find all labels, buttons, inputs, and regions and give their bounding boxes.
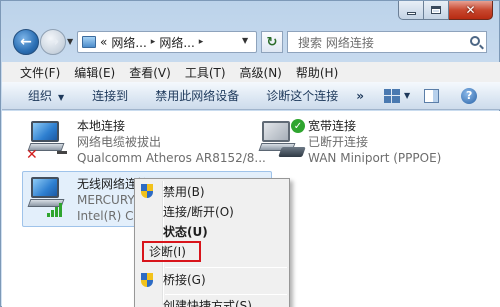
- menu-edit[interactable]: 编辑(E): [74, 64, 115, 81]
- connection-status: 网络电缆被拔出: [77, 135, 162, 149]
- search-input[interactable]: 搜索 网络连接: [287, 31, 487, 53]
- menu-bar: 文件(F) 编辑(E) 查看(V) 工具(T) 高级(N) 帮助(H): [2, 62, 500, 82]
- signal-strength-icon: [47, 203, 63, 217]
- menu-file[interactable]: 文件(F): [20, 64, 60, 81]
- menu-item-diagnose[interactable]: 诊断(I): [149, 243, 186, 261]
- chevron-right-icon[interactable]: ▸: [199, 37, 204, 47]
- command-bar: 组织 ▼ 连接到 禁用此网络设备 诊断这个连接 » ▼ ?: [2, 82, 500, 110]
- more-commands-button[interactable]: »: [356, 89, 364, 103]
- connect-to-button[interactable]: 连接到: [92, 87, 128, 104]
- search-placeholder: 搜索 网络连接: [298, 35, 374, 50]
- forward-arrow-icon: →: [47, 34, 59, 50]
- refresh-icon: ↻: [266, 34, 278, 50]
- menu-item-bridge[interactable]: 桥接(G): [163, 271, 206, 289]
- chevron-down-icon: ▼: [58, 93, 65, 102]
- menu-item-status[interactable]: 状态(U): [163, 223, 208, 241]
- maximize-icon: [431, 6, 441, 14]
- menu-separator: [165, 267, 287, 268]
- connection-name: 宽带连接: [308, 119, 357, 133]
- minimize-button[interactable]: [398, 1, 424, 20]
- search-icon[interactable]: [470, 36, 480, 46]
- breadcrumb-item[interactable]: 网络...: [111, 34, 146, 51]
- menu-item-connect-disconnect[interactable]: 连接/断开(O): [163, 203, 234, 221]
- network-folder-icon: [82, 36, 96, 48]
- back-button[interactable]: ←: [13, 29, 39, 55]
- menu-view[interactable]: 查看(V): [129, 64, 171, 81]
- forward-button[interactable]: →: [40, 29, 66, 55]
- view-dropdown-icon[interactable]: ▼: [404, 91, 410, 100]
- window-frame: ✕ ← → ▼ « 网络... ▸ 网络... ▸ ▼ ↻ 搜索 网络连接 文件…: [0, 0, 500, 307]
- chevron-right-icon[interactable]: ▸: [151, 37, 156, 47]
- check-icon: ✓: [291, 119, 305, 133]
- local-connection-item[interactable]: 本地连接 网络电缆被拔出 Qualcomm Atheros AR8152/8..…: [77, 118, 266, 166]
- diagnose-connection-button[interactable]: 诊断这个连接: [266, 87, 338, 104]
- address-row: ← → ▼ « 网络... ▸ 网络... ▸ ▼ ↻ 搜索 网络连接: [1, 27, 500, 61]
- close-button[interactable]: ✕: [449, 1, 493, 20]
- organize-button[interactable]: 组织 ▼: [28, 87, 64, 104]
- menu-advanced[interactable]: 高级(N): [240, 64, 282, 81]
- context-menu: 禁用(B) 连接/断开(O) 状态(U) 诊断(I) 桥接(G) 创建快捷方式(…: [134, 178, 290, 307]
- help-icon[interactable]: ?: [461, 87, 478, 104]
- uac-shield-icon: [141, 273, 154, 288]
- menu-item-create-shortcut[interactable]: 创建快捷方式(S): [163, 297, 252, 307]
- recent-pages-dropdown-icon[interactable]: ▼: [67, 37, 73, 46]
- maximize-button[interactable]: [424, 1, 449, 20]
- menu-item-disable[interactable]: 禁用(B): [163, 183, 205, 201]
- menu-tools[interactable]: 工具(T): [185, 64, 226, 81]
- breadcrumb-item[interactable]: 网络...: [159, 34, 194, 51]
- menu-separator: [165, 294, 287, 295]
- connection-device: Qualcomm Atheros AR8152/8...: [77, 151, 266, 165]
- connection-device: WAN Miniport (PPPOE): [308, 151, 442, 165]
- minimize-icon: [406, 11, 416, 15]
- uac-shield-icon: [141, 184, 154, 199]
- address-bar[interactable]: « 网络... ▸ 网络... ▸: [77, 31, 257, 53]
- disable-device-button[interactable]: 禁用此网络设备: [155, 87, 239, 104]
- breadcrumb-overflow[interactable]: «: [100, 35, 107, 49]
- close-icon: ✕: [465, 3, 476, 17]
- address-dropdown-icon[interactable]: ▼: [242, 36, 248, 45]
- disconnected-x-icon: ✕: [26, 147, 38, 163]
- menu-help[interactable]: 帮助(H): [296, 64, 338, 81]
- organize-label: 组织: [28, 89, 53, 103]
- refresh-button[interactable]: ↻: [261, 31, 283, 53]
- preview-pane-icon[interactable]: [424, 88, 440, 103]
- broadband-connection-item[interactable]: 宽带连接 已断开连接 WAN Miniport (PPPOE): [308, 118, 441, 166]
- caption-buttons: ✕: [398, 1, 493, 20]
- back-arrow-icon: ←: [20, 34, 32, 50]
- connection-name: 本地连接: [77, 119, 126, 133]
- modem-icon: [278, 147, 306, 157]
- change-view-icon[interactable]: [383, 88, 400, 103]
- connection-status: 已断开连接: [308, 135, 369, 149]
